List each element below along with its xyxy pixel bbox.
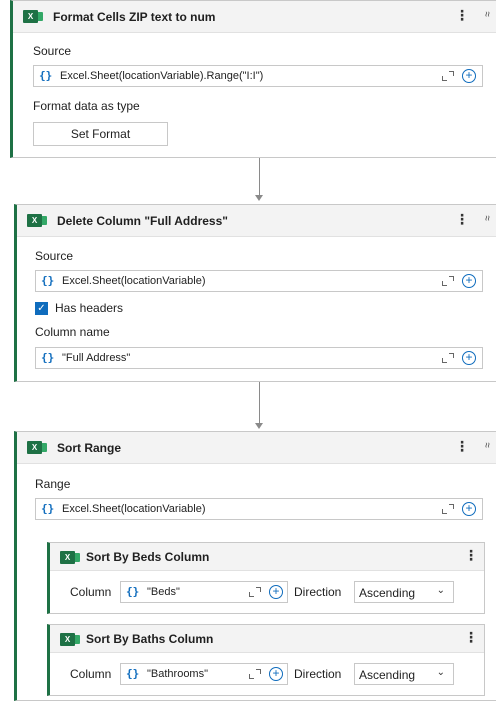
source-field[interactable]: {} Excel.Sheet(locationVariable) + <box>35 270 483 292</box>
expression-icon: {} <box>41 502 55 515</box>
card-title: Format Cells ZIP text to num <box>53 10 216 24</box>
action-card-delete-column[interactable]: X Delete Column "Full Address" ⋮ ≈ Sourc… <box>14 204 496 382</box>
flow-arrow <box>255 423 263 429</box>
excel-icon: X <box>60 551 80 564</box>
excel-icon: X <box>23 10 43 23</box>
more-options-icon[interactable]: ⋮ <box>464 547 478 563</box>
flow-arrow <box>255 195 263 201</box>
source-label: Source <box>35 249 74 263</box>
format-type-label: Format data as type <box>33 99 140 113</box>
range-field[interactable]: {} Excel.Sheet(locationVariable) + <box>35 498 483 520</box>
card-header[interactable]: X Sort By Baths Column ⋮ <box>50 625 484 653</box>
card-title: Sort Range <box>57 441 122 455</box>
more-options-icon[interactable]: ⋮ <box>464 629 478 645</box>
sort-card-beds[interactable]: X Sort By Beds Column ⋮ Column {} "Beds"… <box>47 542 485 614</box>
direction-value: Ascending <box>359 668 416 682</box>
card-header[interactable]: X Format Cells ZIP text to num ⋮ ≈ <box>13 1 496 33</box>
source-value: Excel.Sheet(locationVariable).Range("I:I… <box>60 70 264 82</box>
expression-icon: {} <box>126 585 140 598</box>
source-field[interactable]: {} Excel.Sheet(locationVariable).Range("… <box>33 65 483 87</box>
card-title: Sort By Baths Column <box>86 632 214 646</box>
direction-value: Ascending <box>359 586 416 600</box>
column-value: "Beds" <box>147 586 180 598</box>
expand-editor-icon[interactable] <box>249 585 261 597</box>
source-value: Excel.Sheet(locationVariable) <box>62 275 206 287</box>
expression-icon: {} <box>41 274 55 287</box>
sort-card-baths[interactable]: X Sort By Baths Column ⋮ Column {} "Bath… <box>47 624 485 696</box>
flow-connector <box>259 158 260 195</box>
action-card-format-cells[interactable]: X Format Cells ZIP text to num ⋮ ≈ Sourc… <box>10 0 496 158</box>
expression-icon: {} <box>41 351 55 364</box>
expand-editor-icon[interactable] <box>249 667 261 679</box>
range-label: Range <box>35 477 71 491</box>
collapse-icon[interactable]: ≈ <box>481 215 495 220</box>
column-field[interactable]: {} "Beds" + <box>120 581 288 603</box>
card-header[interactable]: X Delete Column "Full Address" ⋮ ≈ <box>17 205 496 237</box>
expression-icon: {} <box>126 667 140 680</box>
expand-editor-icon[interactable] <box>442 274 454 286</box>
range-value: Excel.Sheet(locationVariable) <box>62 503 206 515</box>
direction-label: Direction <box>294 667 342 681</box>
card-title: Sort By Beds Column <box>86 550 210 564</box>
expand-editor-icon[interactable] <box>442 69 454 81</box>
collapse-icon[interactable]: ≈ <box>481 442 495 447</box>
column-field[interactable]: {} "Bathrooms" + <box>120 663 288 685</box>
add-variable-icon[interactable]: + <box>462 69 476 83</box>
set-format-button[interactable]: Set Format <box>33 122 168 146</box>
flow-connector <box>259 382 260 423</box>
chevron-down-icon: ⌄ <box>436 585 445 596</box>
chevron-down-icon: ⌄ <box>436 667 445 678</box>
add-variable-icon[interactable]: + <box>269 585 283 599</box>
card-header[interactable]: X Sort Range ⋮ ≈ <box>17 432 496 464</box>
column-label: Column <box>70 667 112 681</box>
excel-icon: X <box>27 214 47 227</box>
more-options-icon[interactable]: ⋮ <box>455 7 469 23</box>
column-value: "Bathrooms" <box>147 668 208 680</box>
excel-icon: X <box>27 441 47 454</box>
direction-label: Direction <box>294 585 342 599</box>
expand-editor-icon[interactable] <box>442 502 454 514</box>
has-headers-checkbox[interactable]: ✓ <box>35 302 48 315</box>
direction-select[interactable]: Ascending ⌄ <box>354 581 454 603</box>
more-options-icon[interactable]: ⋮ <box>455 438 469 454</box>
column-name-field[interactable]: {} "Full Address" + <box>35 347 483 369</box>
add-variable-icon[interactable]: + <box>462 274 476 288</box>
column-name-label: Column name <box>35 325 110 339</box>
card-title: Delete Column "Full Address" <box>57 214 228 228</box>
card-header[interactable]: X Sort By Beds Column ⋮ <box>50 543 484 571</box>
action-card-sort-range[interactable]: X Sort Range ⋮ ≈ Range {} Excel.Sheet(lo… <box>14 431 496 701</box>
source-label: Source <box>33 44 72 58</box>
add-variable-icon[interactable]: + <box>462 502 476 516</box>
column-label: Column <box>70 585 112 599</box>
add-variable-icon[interactable]: + <box>269 667 283 681</box>
more-options-icon[interactable]: ⋮ <box>455 211 469 227</box>
collapse-icon[interactable]: ≈ <box>481 11 495 16</box>
expand-editor-icon[interactable] <box>442 351 454 363</box>
expression-icon: {} <box>39 69 53 82</box>
excel-icon: X <box>60 633 80 646</box>
has-headers-label: Has headers <box>55 301 124 315</box>
add-variable-icon[interactable]: + <box>462 351 476 365</box>
direction-select[interactable]: Ascending ⌄ <box>354 663 454 685</box>
column-name-value: "Full Address" <box>62 352 131 364</box>
